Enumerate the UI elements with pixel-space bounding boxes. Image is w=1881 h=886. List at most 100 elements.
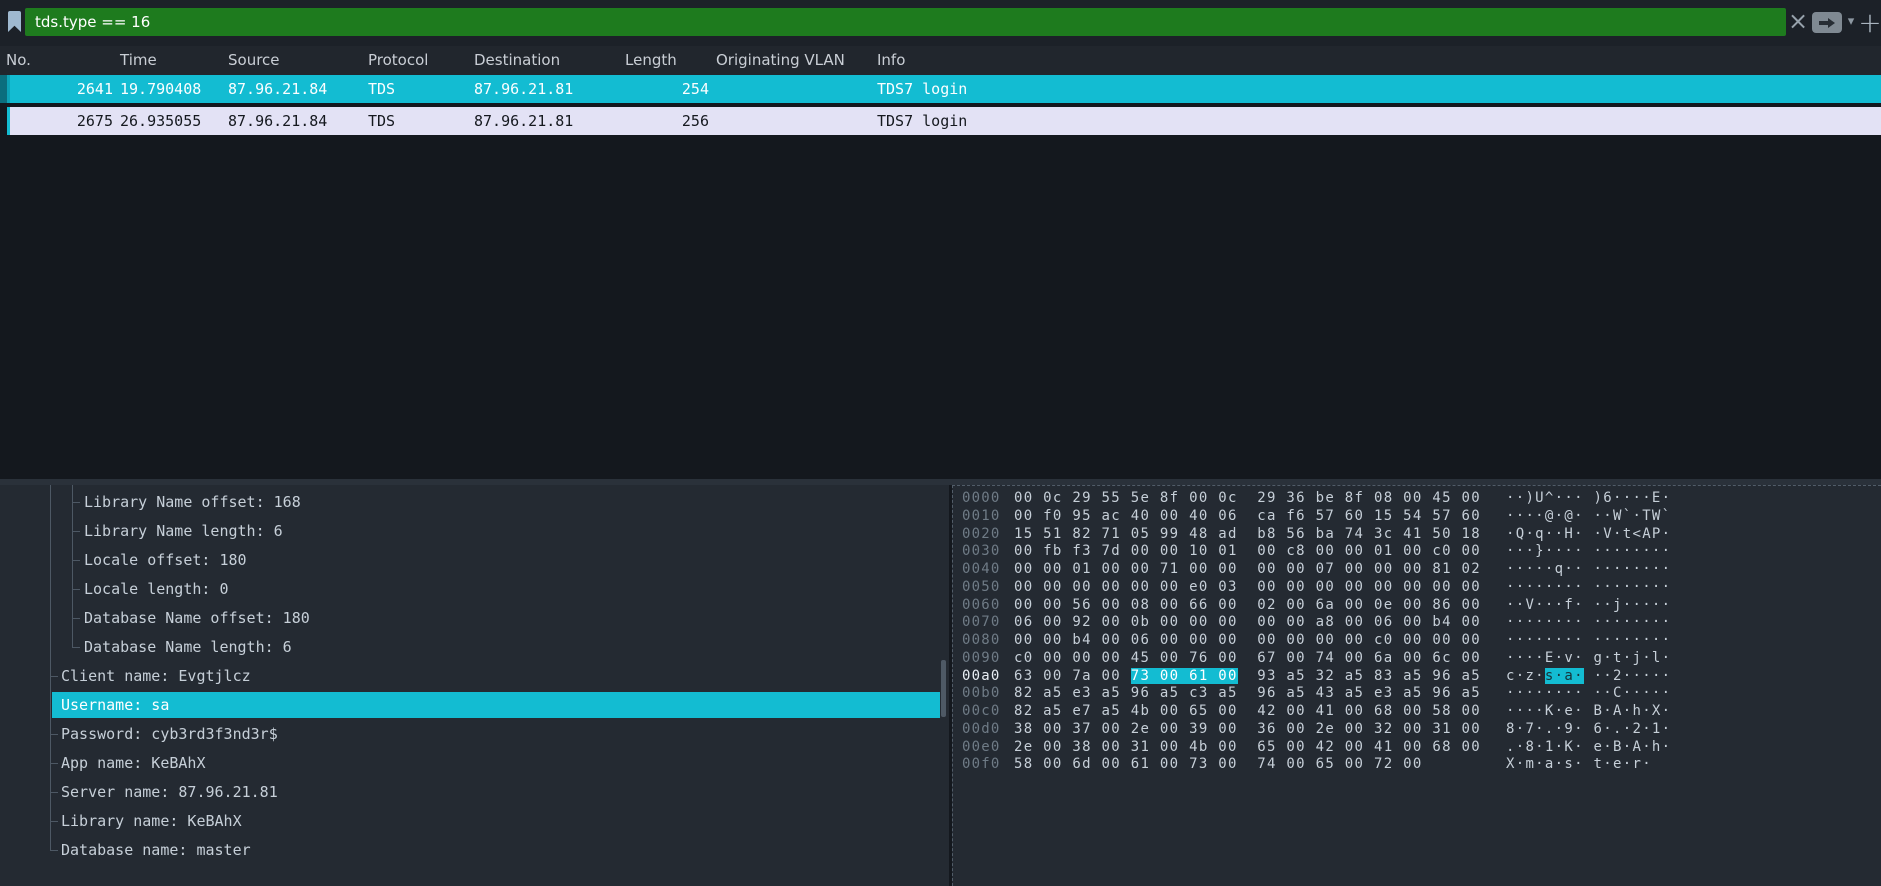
detail-item[interactable]: Password: cyb3rd3f3nd3r$: [61, 721, 278, 747]
ascii-bytes[interactable]: ········ ········: [1506, 614, 1671, 632]
hex-offset: 0080: [962, 632, 1004, 650]
hex-bytes[interactable]: 38 00 37 00 2e 00 39 00 36 00 2e 00 32 0…: [1014, 721, 1486, 739]
ascii-bytes[interactable]: .·8·1·K· e·B·A·h·: [1506, 739, 1671, 757]
detail-item[interactable]: Server name: 87.96.21.81: [61, 779, 278, 805]
tree-guide-tick: [72, 531, 80, 532]
detail-item[interactable]: Client name: Evgtjlcz: [61, 663, 251, 689]
detail-item[interactable]: App name: KeBAhX: [61, 750, 206, 776]
ascii-bytes[interactable]: ········ ··C·····: [1506, 685, 1671, 703]
ascii-bytes[interactable]: ····@·@· ··W`·TW`: [1506, 508, 1671, 526]
hex-row: 00f0 58 00 6d 00 61 00 73 00 74 00 65 00 …: [953, 756, 1671, 774]
hex-dump: 000000 0c 29 55 5e 8f 00 0c 29 36 be 8f …: [953, 490, 1671, 774]
cell-no: 2641: [10, 75, 113, 103]
hex-bytes[interactable]: 82 a5 e7 a5 4b 00 65 00 42 00 41 00 68 0…: [1014, 703, 1486, 721]
hex-bytes[interactable]: 58 00 6d 00 61 00 73 00 74 00 65 00 72 0…: [1014, 756, 1486, 774]
hex-offset: 00d0: [962, 721, 1004, 739]
detail-item[interactable]: Locale offset: 180: [84, 547, 247, 573]
selected-bytes: s·a·: [1545, 668, 1584, 684]
column-header-length[interactable]: Length: [625, 46, 677, 75]
packet-row[interactable]: 264119.790408 87.96.21.84TDS 87.96.21.81 25…: [0, 75, 1881, 103]
column-header-protocol[interactable]: Protocol: [368, 46, 428, 75]
packet-row[interactable]: 267526.93505587.96.21.84TDS87.96.21.8125…: [0, 107, 1881, 135]
hex-row: 0090 c0 00 00 00 45 00 76 00 67 00 74 00 …: [953, 650, 1671, 668]
hex-bytes[interactable]: 82 a5 e3 a5 96 a5 c3 a5 96 a5 43 a5 e3 a…: [1014, 685, 1486, 703]
column-header-info[interactable]: Info: [877, 46, 905, 75]
caret-down-icon: ▾: [1848, 14, 1855, 29]
hex-bytes[interactable]: 06 00 92 00 0b 00 00 00 00 00 a8 00 06 0…: [1014, 614, 1486, 632]
ascii-bytes[interactable]: X·m·a·s· t·e·r·: [1506, 756, 1652, 774]
hex-bytes[interactable]: 00 f0 95 ac 40 00 40 06 ca f6 57 60 15 5…: [1014, 508, 1486, 526]
hex-row: 004000 00 01 00 00 71 00 00 00 00 07 00 …: [953, 561, 1671, 579]
detail-item[interactable]: Library Name offset: 168: [84, 489, 301, 515]
cell-length: 256: [625, 107, 709, 135]
apply-arrow-icon: [1818, 17, 1836, 29]
filter-bookmark-button[interactable]: [4, 8, 24, 37]
ascii-bytes[interactable]: c·z·s·a· ··2·····: [1506, 668, 1671, 686]
column-header-source[interactable]: Source: [228, 46, 280, 75]
hex-row: 00a063 00 7a 00 73 00 61 00 93 a5 32 a5 …: [953, 668, 1671, 686]
detail-item[interactable]: Database name: master: [61, 837, 251, 863]
ascii-bytes[interactable]: ········ ········: [1506, 632, 1671, 650]
tree-guide-tick: [50, 763, 58, 764]
detail-item[interactable]: Database Name offset: 180: [84, 605, 310, 631]
hex-bytes[interactable]: 15 51 82 71 05 99 48 ad b8 56 ba 74 3c 4…: [1014, 526, 1486, 544]
hex-bytes[interactable]: 00 00 b4 00 06 00 00 00 00 00 00 00 c0 0…: [1014, 632, 1486, 650]
tree-guide-tick: [72, 589, 80, 590]
hex-bytes[interactable]: 63 00 7a 00 73 00 61 00 93 a5 32 a5 83 a…: [1014, 668, 1486, 686]
cell-destination: 87.96.21.81: [474, 75, 614, 103]
hex-bytes[interactable]: 00 00 00 00 00 00 e0 03 00 00 00 00 00 0…: [1014, 579, 1486, 597]
cell-protocol: TDS: [368, 107, 463, 135]
filter-clear-button[interactable]: ×: [1787, 8, 1809, 36]
tree-guide-tick: [72, 502, 80, 503]
bookmark-icon: [8, 11, 21, 32]
ascii-bytes[interactable]: 8·7·.·9· 6·.·2·1·: [1506, 721, 1671, 739]
hex-bytes[interactable]: 00 fb f3 7d 00 00 10 01 00 c8 00 00 01 0…: [1014, 543, 1486, 561]
cell-time: 19.790408: [120, 75, 220, 103]
detail-item[interactable]: Locale length: 0: [84, 576, 229, 602]
hex-row: 006000 00 56 00 08 00 66 00 02 00 6a 00 …: [953, 597, 1671, 615]
hex-offset: 00f0: [962, 756, 1004, 774]
ascii-bytes[interactable]: ··)U^··· )6····E·: [1506, 490, 1671, 508]
detail-scrollbar-thumb[interactable]: [941, 660, 946, 717]
detail-item[interactable]: Library Name length: 6: [84, 518, 283, 544]
ascii-bytes[interactable]: ··V···f· ··j·····: [1506, 597, 1671, 615]
ascii-bytes[interactable]: ········ ········: [1506, 579, 1671, 597]
hex-row: 0020 15 51 82 71 05 99 48 ad b8 56 ba 74 …: [953, 526, 1671, 544]
detail-item[interactable]: Library name: KeBAhX: [61, 808, 242, 834]
column-header-no[interactable]: No.: [6, 46, 31, 75]
cell-info: TDS7 login: [877, 75, 1277, 103]
ascii-bytes[interactable]: ···}···· ········: [1506, 543, 1671, 561]
ascii-bytes[interactable]: ·Q·q··H· ·V·t<AP·: [1506, 526, 1671, 544]
filter-dropdown-caret[interactable]: ▾: [1845, 8, 1857, 36]
hex-offset: 0070: [962, 614, 1004, 632]
hex-bytes[interactable]: c0 00 00 00 45 00 76 00 67 00 74 00 6a 0…: [1014, 650, 1486, 668]
tree-guide-tick: [50, 850, 58, 851]
display-filter-input[interactable]: tds.type == 16: [25, 8, 1786, 36]
detail-item[interactable]: Database Name length: 6: [84, 634, 292, 660]
column-header-time[interactable]: Time: [120, 46, 157, 75]
cell-no: 2675: [10, 107, 113, 135]
tree-guide-tick: [50, 734, 58, 735]
cell-protocol: TDS: [368, 75, 463, 103]
hex-bytes[interactable]: 2e 00 38 00 31 00 4b 00 65 00 42 00 41 0…: [1014, 739, 1486, 757]
column-header-destination[interactable]: Destination: [474, 46, 560, 75]
hex-row: 000000 0c 29 55 5e 8f 00 0c 29 36 be 8f …: [953, 490, 1671, 508]
add-filter-button[interactable]: +: [1857, 6, 1881, 39]
cell-destination: 87.96.21.81: [474, 107, 614, 135]
hex-row: 0070 06 00 92 00 0b 00 00 00 00 00 a8 00 …: [953, 614, 1671, 632]
cell-source: 87.96.21.84: [228, 75, 363, 103]
ascii-bytes[interactable]: ····K·e· B·A·h·X·: [1506, 703, 1671, 721]
selected-bytes: 73 00 61 00: [1131, 668, 1238, 684]
display-filter-text: tds.type == 16: [35, 13, 150, 31]
ascii-bytes[interactable]: ····E·v· g·t·j·l·: [1506, 650, 1671, 668]
hex-offset: 0090: [962, 650, 1004, 668]
detail-item[interactable]: Username: sa: [52, 692, 940, 718]
hex-bytes[interactable]: 00 00 56 00 08 00 66 00 02 00 6a 00 0e 0…: [1014, 597, 1486, 615]
cell-length: 254: [625, 75, 709, 103]
hex-bytes[interactable]: 00 0c 29 55 5e 8f 00 0c 29 36 be 8f 08 0…: [1014, 490, 1486, 508]
hex-offset: 0020: [962, 526, 1004, 544]
hex-bytes[interactable]: 00 00 01 00 00 71 00 00 00 00 07 00 00 0…: [1014, 561, 1486, 579]
column-header-vlan[interactable]: Originating VLAN: [716, 46, 845, 75]
filter-apply-button[interactable]: [1812, 12, 1842, 33]
ascii-bytes[interactable]: ·····q·· ········: [1506, 561, 1671, 579]
